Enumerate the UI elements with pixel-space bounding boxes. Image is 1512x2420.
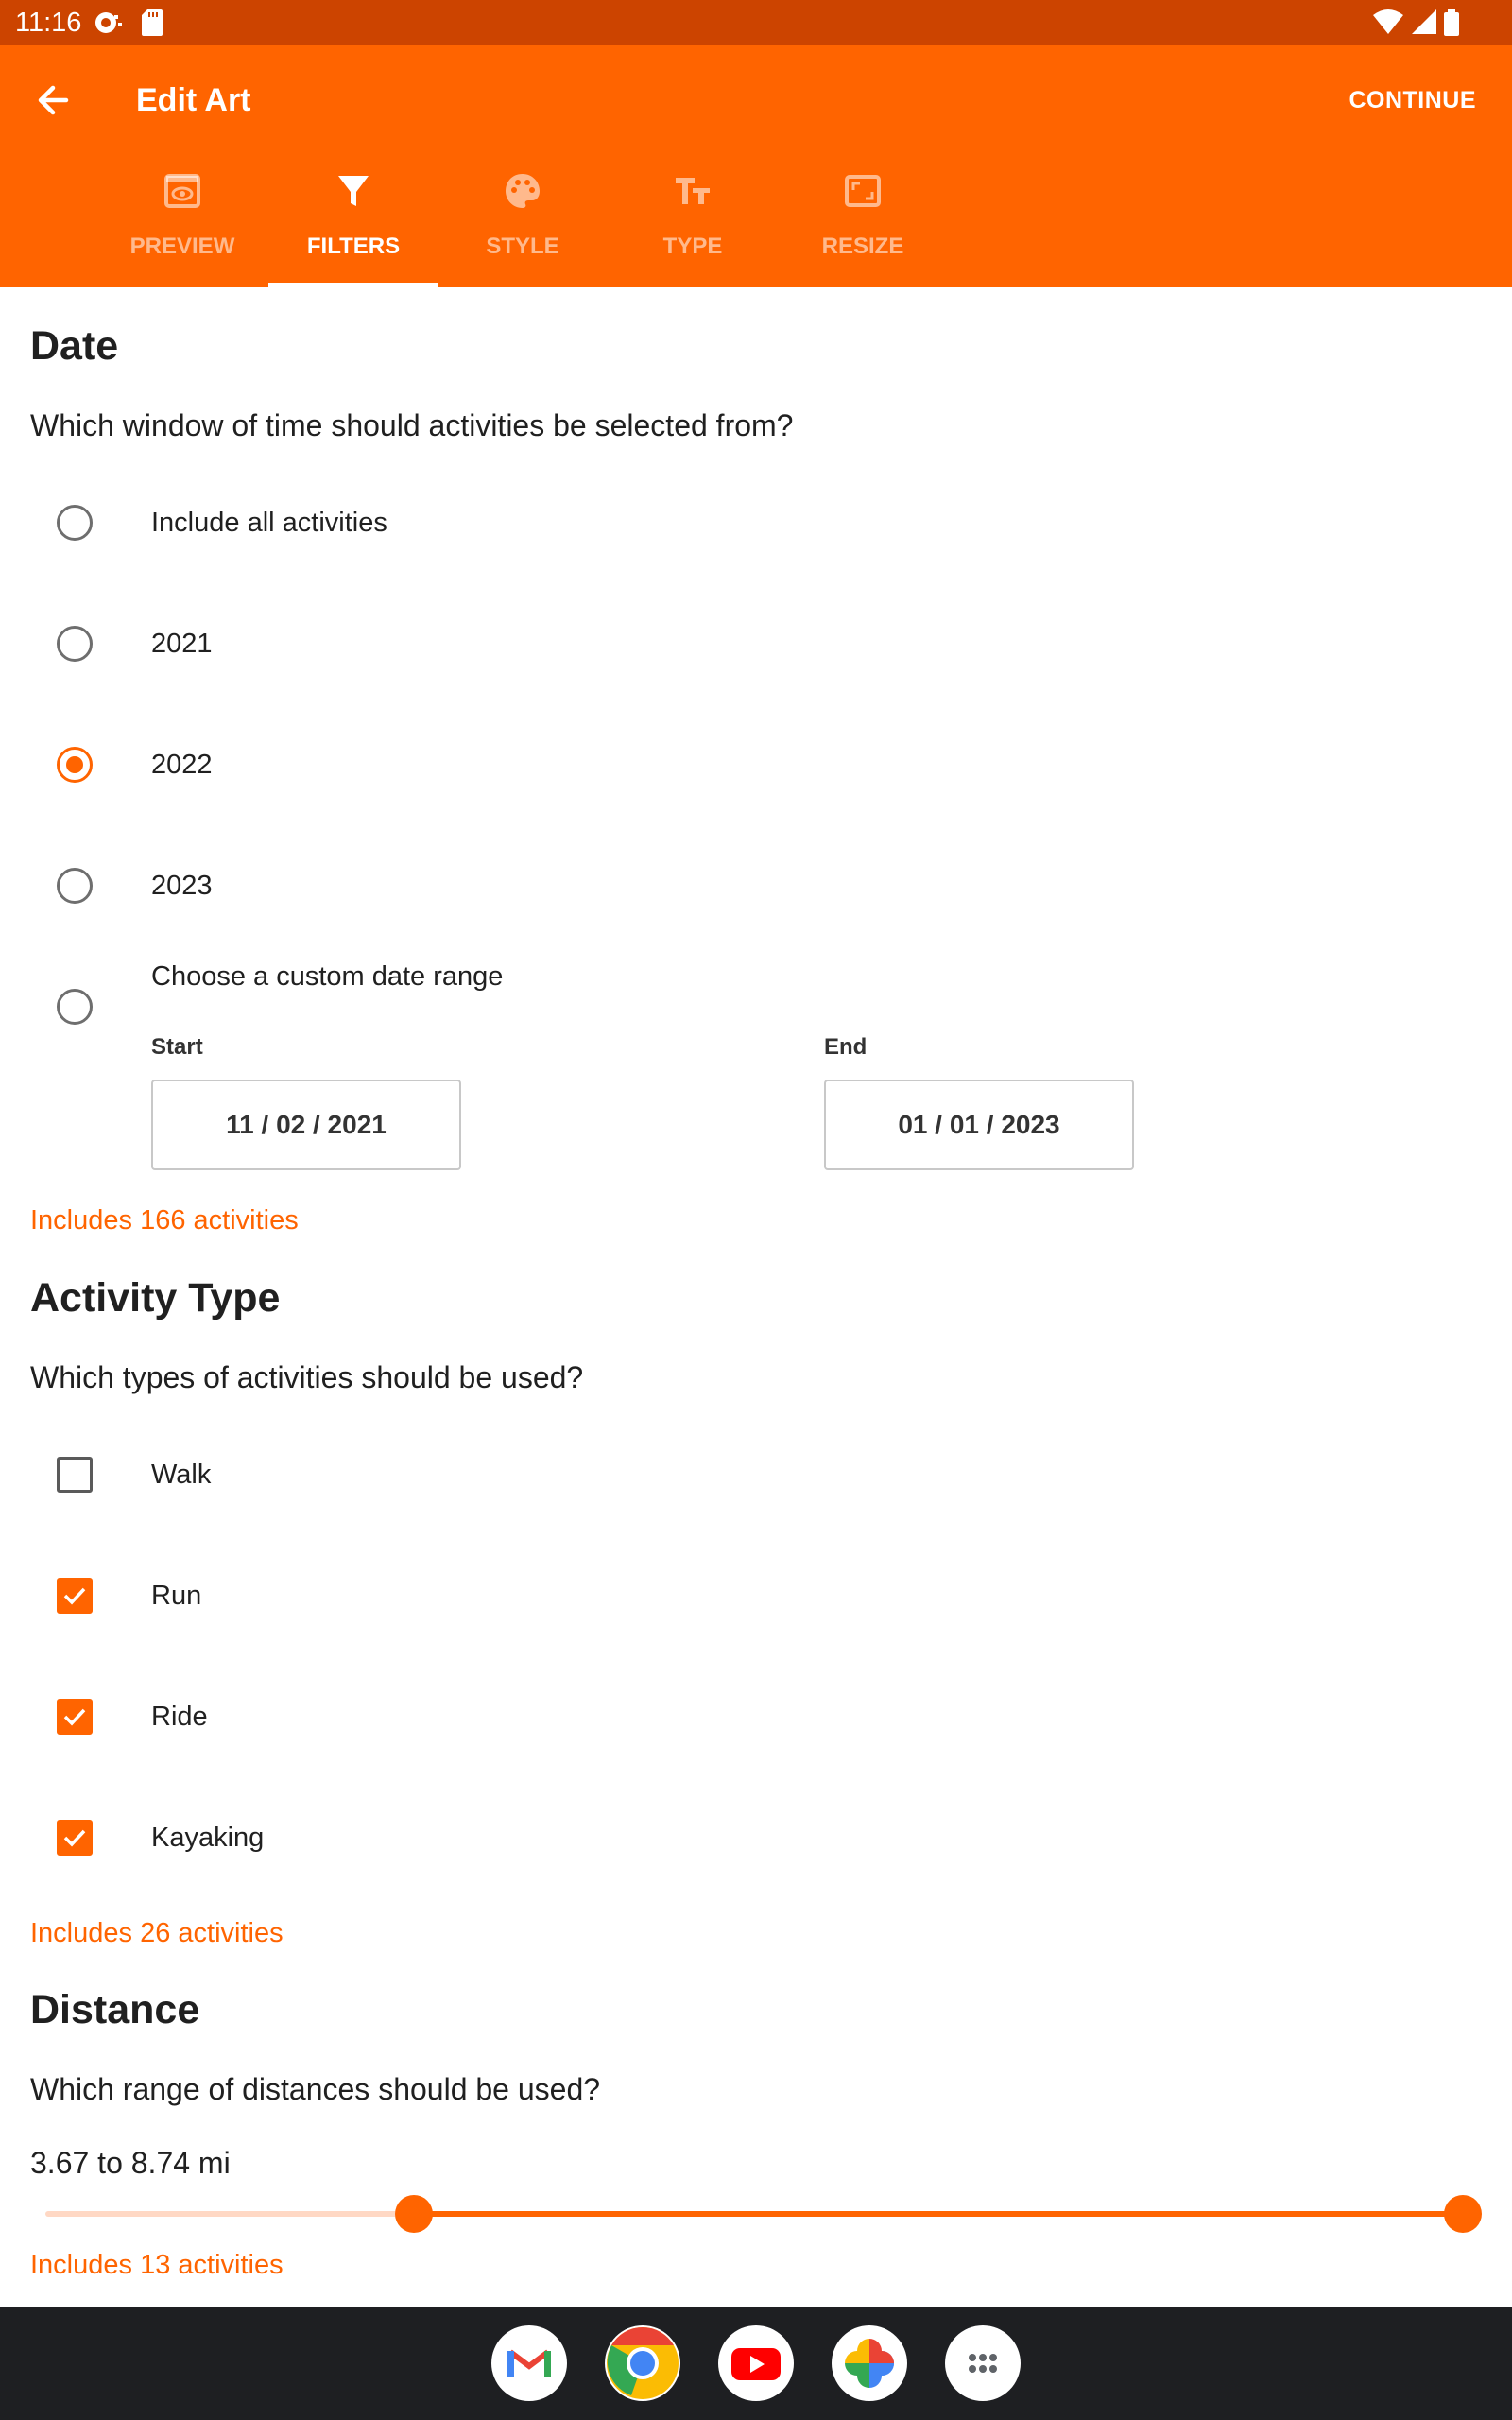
date-option-2023[interactable]: 2023 [0,840,1512,931]
photos-app[interactable] [832,2325,907,2401]
page-title: Edit Art [136,82,251,118]
start-date-field[interactable]: 11 / 02 / 2021 [151,1080,461,1170]
gmail-icon [507,2349,551,2377]
checkmark-icon [63,1708,86,1726]
radio-button[interactable] [57,505,93,541]
activity-option-walk[interactable]: Walk [0,1429,1512,1520]
preview-icon [164,174,200,208]
tab-type[interactable]: TYPE [608,166,778,287]
distance-slider-max-thumb[interactable] [1444,2195,1482,2233]
checkbox-checked[interactable] [57,1578,93,1614]
cell-signal-icon [1412,9,1436,34]
activity-type-question: Which types of activities should be used… [30,1360,584,1394]
activity-option-run[interactable]: Run [0,1550,1512,1641]
activity-option-kayaking[interactable]: Kayaking [0,1792,1512,1883]
app-bar: Edit Art CONTINUE PREVIEW FILTERS STYLE … [0,45,1512,287]
distance-slider-min-thumb[interactable] [395,2195,433,2233]
option-label: 2022 [151,750,213,780]
distance-section-title: Distance [30,1987,200,2032]
distance-includes-count: Includes 13 activities [30,2250,284,2280]
radio-button[interactable] [57,989,93,1025]
date-option-2022[interactable]: 2022 [0,719,1512,810]
tab-preview[interactable]: PREVIEW [97,166,267,287]
activity-option-ride[interactable]: Ride [0,1671,1512,1762]
radio-button[interactable] [57,626,93,662]
tab-style[interactable]: STYLE [438,166,608,287]
app-drawer-icon [969,2354,997,2373]
status-time: 11:16 [15,8,82,38]
status-bar: 11:16 [0,0,1512,45]
option-label: Walk [151,1460,212,1490]
tab-label: PREVIEW [129,233,235,259]
palette-icon [506,174,540,208]
distance-slider-active-range [414,2211,1463,2217]
radio-button-selected[interactable] [57,747,93,783]
chrome-app[interactable] [605,2325,680,2401]
option-label: Run [151,1581,202,1611]
option-label: 2023 [151,871,213,901]
end-date-label: End [824,1034,868,1060]
option-label: Choose a custom date range [151,961,504,992]
distance-question: Which range of distances should be used? [30,2072,601,2106]
activity-type-section-title: Activity Type [30,1275,281,1321]
app-drawer[interactable] [945,2325,1021,2401]
option-label: 2021 [151,629,213,659]
start-date-label: Start [151,1034,203,1060]
option-label: Kayaking [151,1823,265,1853]
continue-button[interactable]: CONTINUE [1349,85,1476,115]
youtube-app[interactable] [718,2325,794,2401]
tab-label: STYLE [486,233,559,259]
filter-icon [338,176,369,206]
notification-icon [95,12,122,33]
tab-filters[interactable]: FILTERS [268,166,438,287]
battery-icon [1444,9,1459,36]
tab-label: FILTERS [306,233,401,259]
activity-includes-count: Includes 26 activities [30,1918,284,1948]
end-date-field[interactable]: 01 / 01 / 2023 [824,1080,1134,1170]
checkmark-icon [63,1829,86,1847]
checkbox-checked[interactable] [57,1820,93,1856]
active-tab-indicator [268,283,438,287]
gmail-app[interactable] [491,2325,567,2401]
date-option-custom[interactable]: Choose a custom date range [0,961,1512,1052]
date-includes-count: Includes 166 activities [30,1205,299,1236]
date-option-2021[interactable]: 2021 [0,598,1512,689]
youtube-icon [731,2348,781,2380]
tab-label: TYPE [662,233,723,259]
date-option-all[interactable]: Include all activities [0,477,1512,568]
chrome-icon [607,2327,679,2399]
date-question: Which window of time should activities b… [30,408,794,442]
sd-card-icon [142,9,163,36]
checkbox[interactable] [57,1457,93,1493]
wifi-icon [1373,9,1403,34]
option-label: Include all activities [151,508,387,538]
resize-icon [845,175,881,207]
back-arrow-icon[interactable] [28,76,77,125]
text-type-icon [676,178,710,204]
radio-button[interactable] [57,868,93,904]
tab-label: RESIZE [821,233,904,259]
date-section-title: Date [30,323,119,369]
distance-range-value: 3.67 to 8.74 mi [30,2146,231,2180]
photos-icon [845,2339,894,2388]
option-label: Ride [151,1702,208,1732]
checkbox-checked[interactable] [57,1699,93,1735]
tab-resize[interactable]: RESIZE [778,166,948,287]
checkmark-icon [63,1587,86,1605]
app-dock [0,2307,1512,2420]
